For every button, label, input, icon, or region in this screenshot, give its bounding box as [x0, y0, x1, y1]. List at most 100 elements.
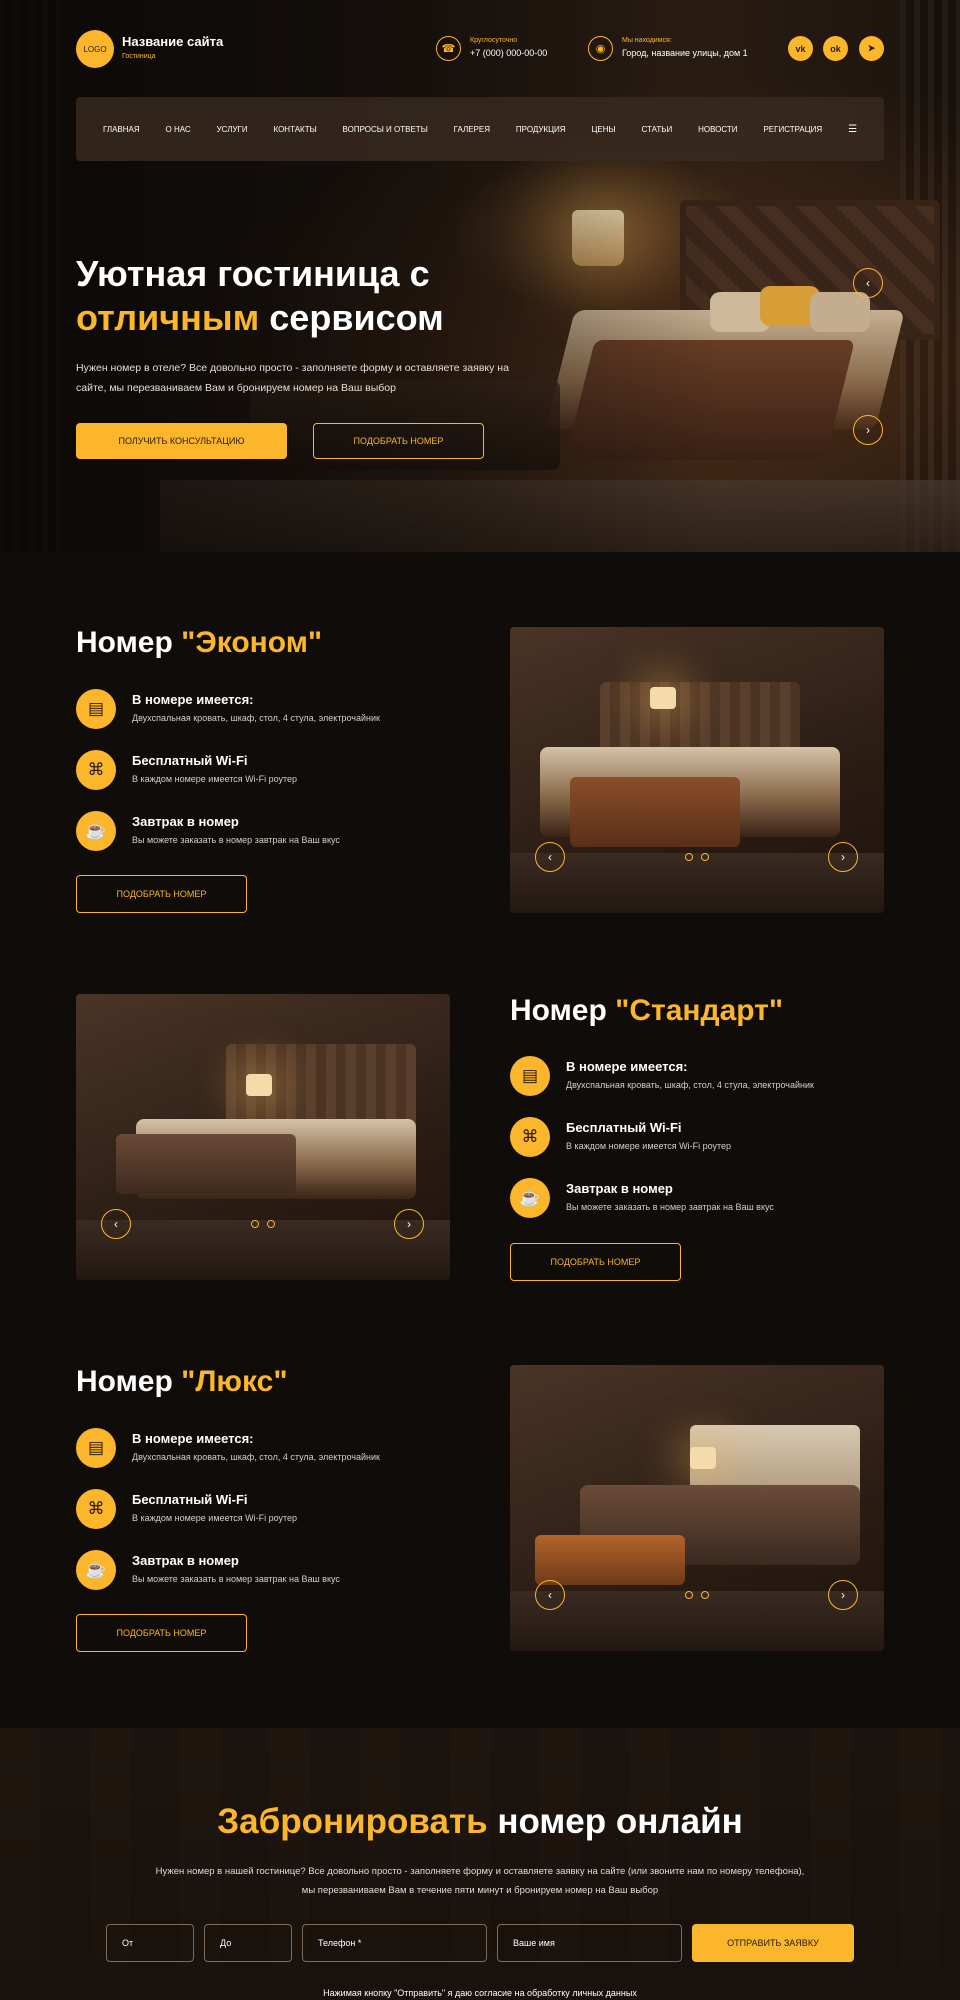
telegram-icon[interactable]: ➤ — [859, 36, 884, 61]
phone-contact[interactable]: ☎ Круглосуточно +7 (000) 000-00-00 — [436, 34, 586, 64]
feature-item: ▤ В номере имеется: Двухспальная кровать… — [510, 1056, 910, 1100]
choose-room-button[interactable]: ПОДОБРАТЬ НОМЕР — [76, 1614, 247, 1652]
odnoklassniki-icon[interactable]: ok — [823, 36, 848, 61]
phone-label: Круглосуточно — [470, 37, 518, 44]
feature-desc: В каждом номере имеется Wi-Fi роутер — [132, 1513, 298, 1523]
room-photo-lux: ‹ › — [510, 1365, 884, 1651]
site-name: Название сайта — [122, 34, 224, 49]
slider-prev-icon[interactable]: ‹ — [535, 1580, 565, 1610]
bed-icon: ▤ — [76, 689, 116, 729]
location-pin-icon: ◉ — [588, 36, 613, 61]
site-subtitle: Гостиница — [122, 53, 156, 60]
feature-item: ☕ Завтрак в номер Вы можете заказать в н… — [76, 811, 476, 855]
date-to-field[interactable]: До — [204, 1924, 292, 1962]
slider-next-icon[interactable]: › — [394, 1209, 424, 1239]
feature-item: ⌘ Бесплатный Wi-Fi В каждом номере имеет… — [76, 1489, 476, 1533]
nav-item-registration[interactable]: РЕГИСТРАЦИЯ — [763, 125, 822, 134]
vk-icon[interactable]: vk — [788, 36, 813, 61]
feature-item: ☕ Завтрак в номер Вы можете заказать в н… — [510, 1178, 910, 1222]
feature-item: ☕ Завтрак в номер Вы можете заказать в н… — [76, 1550, 476, 1594]
nav-item-contacts[interactable]: КОНТАКТЫ — [274, 125, 317, 134]
feature-item: ⌘ Бесплатный Wi-Fi В каждом номере имеет… — [76, 750, 476, 794]
feature-desc: Вы можете заказать в номер завтрак на Ва… — [132, 1574, 340, 1584]
coffee-cup-icon: ☕ — [510, 1178, 550, 1218]
room-title-econom: Номер "Эконом" — [76, 626, 322, 660]
room-title-prefix: Номер — [76, 1365, 182, 1398]
feature-title: Завтрак в номер — [132, 1553, 239, 1568]
booking-title: Забронировать номер онлайн — [0, 1802, 960, 1842]
hero-title-rest: сервисом — [259, 297, 444, 338]
name-field[interactable]: Ваше имя — [497, 1924, 682, 1962]
nav-item-articles[interactable]: СТАТЬИ — [641, 125, 672, 134]
feature-title: Бесплатный Wi-Fi — [132, 753, 248, 768]
consent-text: Нажимая кнопку "Отправить" я даю согласи… — [323, 1988, 637, 1998]
slider-dot[interactable] — [701, 1591, 709, 1599]
feature-title: В номере имеется: — [566, 1059, 688, 1074]
choose-room-button[interactable]: ПОДОБРАТЬ НОМЕР — [510, 1243, 681, 1281]
coffee-cup-icon: ☕ — [76, 1550, 116, 1590]
hero-title-accent: отличным — [76, 297, 260, 338]
submit-button[interactable]: ОТПРАВИТЬ ЗАЯВКУ — [692, 1924, 854, 1962]
room-title-name: "Стандарт" — [615, 994, 784, 1027]
bed-icon: ▤ — [76, 1428, 116, 1468]
nav-item-news[interactable]: НОВОСТИ — [698, 125, 737, 134]
room-title-name: "Люкс" — [181, 1365, 288, 1398]
feature-desc: Двухспальная кровать, шкаф, стол, 4 стул… — [566, 1080, 814, 1090]
wifi-icon: ⌘ — [76, 1489, 116, 1529]
nav-item-prices[interactable]: ЦЕНЫ — [591, 125, 615, 134]
main-nav: ГЛАВНАЯ О НАС УСЛУГИ КОНТАКТЫ ВОПРОСЫ И … — [76, 97, 884, 161]
slider-dot[interactable] — [251, 1220, 259, 1228]
feature-title: Бесплатный Wi-Fi — [132, 1492, 248, 1507]
hero-title: Уютная гостиница с отличным сервисом — [76, 252, 444, 340]
date-from-field[interactable]: От — [106, 1924, 194, 1962]
slider-prev-icon[interactable]: ‹ — [101, 1209, 131, 1239]
phone-number[interactable]: +7 (000) 000-00-00 — [470, 48, 547, 58]
feature-item: ▤ В номере имеется: Двухспальная кровать… — [76, 689, 476, 733]
consultation-button[interactable]: ПОЛУЧИТЬ КОНСУЛЬТАЦИЮ — [76, 423, 287, 459]
logo[interactable]: LOGO — [76, 30, 114, 68]
room-title-prefix: Номер — [76, 626, 182, 659]
feature-item: ⌘ Бесплатный Wi-Fi В каждом номере имеет… — [510, 1117, 910, 1161]
slider-dot[interactable] — [685, 853, 693, 861]
site-header: LOGO Название сайта Гостиница ☎ Круглосу… — [76, 30, 884, 70]
slider-prev-icon[interactable]: ‹ — [853, 268, 883, 298]
feature-title: Завтрак в номер — [566, 1181, 673, 1196]
choose-room-button[interactable]: ПОДОБРАТЬ НОМЕР — [313, 423, 484, 459]
slider-dot[interactable] — [701, 853, 709, 861]
address-text: Город, название улицы, дом 1 — [622, 48, 748, 58]
booking-title-accent: Забронировать — [217, 1802, 488, 1841]
address-label: Мы находимся: — [622, 37, 672, 44]
room-title-lux: Номер "Люкс" — [76, 1365, 288, 1399]
slider-next-icon[interactable]: › — [853, 415, 883, 445]
feature-desc: Двухспальная кровать, шкаф, стол, 4 стул… — [132, 713, 380, 723]
booking-title-rest: номер онлайн — [487, 1802, 743, 1841]
hero-title-line1: Уютная гостиница с — [76, 253, 430, 294]
slider-next-icon[interactable]: › — [828, 1580, 858, 1610]
nav-item-about[interactable]: О НАС — [166, 125, 191, 134]
wifi-icon: ⌘ — [76, 750, 116, 790]
feature-desc: В каждом номере имеется Wi-Fi роутер — [132, 774, 298, 784]
burger-menu-icon[interactable]: ☰ — [848, 124, 857, 135]
slider-next-icon[interactable]: › — [828, 842, 858, 872]
wifi-icon: ⌘ — [510, 1117, 550, 1157]
room-title-standard: Номер "Стандарт" — [510, 994, 783, 1028]
slider-dot[interactable] — [267, 1220, 275, 1228]
nav-item-faq[interactable]: ВОПРОСЫ И ОТВЕТЫ — [343, 125, 428, 134]
hero-description: Нужен номер в отеле? Все довольно просто… — [76, 362, 509, 394]
feature-title: В номере имеется: — [132, 1431, 254, 1446]
slider-dot[interactable] — [685, 1591, 693, 1599]
feature-title: Завтрак в номер — [132, 814, 239, 829]
slider-prev-icon[interactable]: ‹ — [535, 842, 565, 872]
phone-field[interactable]: Телефон * — [302, 1924, 487, 1962]
address-contact: ◉ Мы находимся: Город, название улицы, д… — [588, 34, 778, 64]
feature-desc: В каждом номере имеется Wi-Fi роутер — [566, 1141, 732, 1151]
nav-item-gallery[interactable]: ГАЛЕРЕЯ — [454, 125, 490, 134]
room-photo-standard: ‹ › — [76, 994, 450, 1280]
phone-icon: ☎ — [436, 36, 461, 61]
booking-description: Нужен номер в нашей гостинице? Все довол… — [155, 1866, 805, 1896]
feature-item: ▤ В номере имеется: Двухспальная кровать… — [76, 1428, 476, 1472]
nav-item-services[interactable]: УСЛУГИ — [217, 125, 248, 134]
nav-item-products[interactable]: ПРОДУКЦИЯ — [516, 125, 566, 134]
nav-item-home[interactable]: ГЛАВНАЯ — [103, 125, 140, 134]
choose-room-button[interactable]: ПОДОБРАТЬ НОМЕР — [76, 875, 247, 913]
